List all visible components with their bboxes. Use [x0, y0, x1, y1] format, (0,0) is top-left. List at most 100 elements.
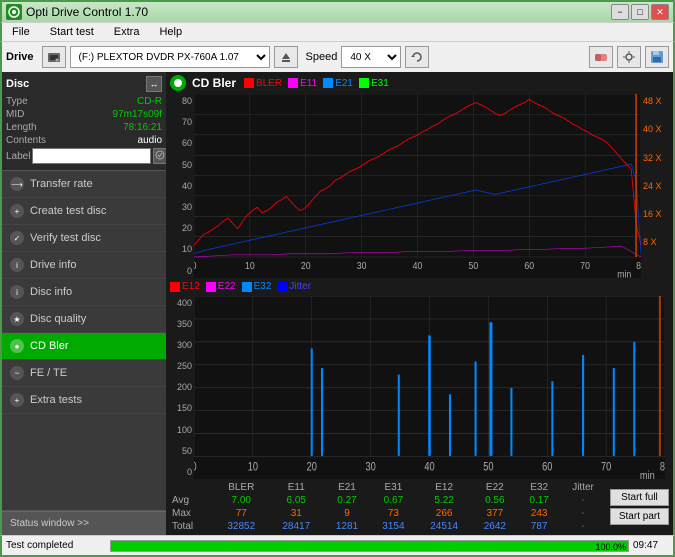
max-e12: 266	[417, 507, 472, 520]
main-content: Disc ↔ Type CD-R MID 97m17s09f Length 78…	[0, 72, 675, 535]
extra-tests-icon: +	[10, 393, 24, 407]
legend-e12-label: E12	[182, 281, 200, 292]
speed-label: Speed	[306, 51, 338, 63]
eraser-button[interactable]	[589, 46, 613, 68]
transfer-rate-icon: ⟶	[10, 177, 24, 191]
max-e22: 377	[472, 507, 518, 520]
total-e21: 1281	[324, 520, 370, 533]
legend-jitter-label: Jitter	[289, 281, 311, 292]
top-y-axis: 80 70 60 50 40 30 20 10 0	[166, 94, 194, 278]
maximize-button[interactable]: □	[631, 4, 649, 20]
close-button[interactable]: ✕	[651, 4, 669, 20]
start-buttons: Start full Start part	[606, 479, 673, 535]
max-e32: 243	[518, 507, 560, 520]
status-window-btn[interactable]: Status window >>	[2, 511, 166, 535]
legend-bler-label: BLER	[256, 78, 282, 89]
legend-e32: E32	[242, 281, 272, 292]
svg-text:70: 70	[580, 260, 590, 271]
settings-button[interactable]	[617, 46, 641, 68]
eject-button[interactable]	[274, 46, 298, 68]
disc-label-input[interactable]	[32, 148, 151, 164]
minimize-button[interactable]: −	[611, 4, 629, 20]
svg-text:50: 50	[469, 260, 479, 271]
table-row-total: Total 32852 28417 1281 3154 24514 2642 7…	[166, 520, 606, 533]
bottom-chart-wrapper: 400 350 300 250 200 150 100 50 0	[166, 296, 673, 480]
legend-e31-label: E31	[371, 78, 389, 89]
nav-disc-quality-label: Disc quality	[30, 313, 86, 325]
col-jitter: Jitter	[560, 481, 606, 494]
legend-jitter: Jitter	[277, 281, 311, 292]
col-label	[166, 481, 214, 494]
svg-text:80: 80	[660, 460, 665, 473]
status-bar: Test completed 100.0% 09:47	[0, 535, 675, 557]
avg-e12: 5.22	[417, 494, 472, 507]
nav-drive-info[interactable]: i Drive info	[2, 252, 166, 279]
drive-label: Drive	[6, 51, 34, 63]
save-button[interactable]	[645, 46, 669, 68]
svg-text:60: 60	[524, 260, 534, 271]
total-e12: 24514	[417, 520, 472, 533]
disc-length-value: 78:16:21	[123, 122, 162, 133]
chart-title: CD Bler	[192, 76, 236, 90]
verify-icon: ✓	[10, 231, 24, 245]
max-e31: 73	[370, 507, 416, 520]
table-header-row: BLER E11 E21 E31 E12 E22 E32 Jitter	[166, 481, 606, 494]
menu-extra[interactable]: Extra	[108, 24, 146, 40]
table-row-avg: Avg 7.00 6.05 0.27 0.67 5.22 0.56 0.17 -	[166, 494, 606, 507]
disc-panel-btn[interactable]: ↔	[146, 76, 162, 92]
svg-text:50: 50	[483, 460, 493, 473]
disc-contents-value: audio	[138, 135, 162, 146]
disc-label-row: Label	[6, 148, 162, 164]
toolbar: Drive (F:) PLEXTOR DVDR PX-760A 1.07 Spe…	[0, 42, 675, 72]
nav-fe-te[interactable]: ~ FE / TE	[2, 360, 166, 387]
start-full-button[interactable]: Start full	[610, 489, 669, 506]
disc-panel-header: Disc ↔	[6, 76, 162, 92]
fe-te-icon: ~	[10, 366, 24, 380]
disc-mid-label: MID	[6, 109, 24, 120]
refresh-button[interactable]	[405, 46, 429, 68]
svg-text:80: 80	[636, 260, 641, 271]
app-icon	[6, 4, 22, 20]
total-e31: 3154	[370, 520, 416, 533]
nav-disc-info[interactable]: i Disc info	[2, 279, 166, 306]
nav-extra-tests[interactable]: + Extra tests	[2, 387, 166, 414]
total-e11: 28417	[269, 520, 324, 533]
menu-help[interactable]: Help	[153, 24, 188, 40]
disc-label-label: Label	[6, 151, 30, 162]
legend-e12: E12	[170, 281, 200, 292]
chart-title-icon	[170, 75, 186, 91]
drive-icon-btn[interactable]	[42, 46, 66, 68]
speed-select[interactable]: 40 X	[341, 46, 401, 68]
legend-e11-label: E11	[300, 78, 317, 89]
svg-text:60: 60	[542, 460, 552, 473]
legend-e32-label: E32	[254, 281, 272, 292]
legend-e22: E22	[206, 281, 236, 292]
legend-e31: E31	[359, 78, 389, 89]
svg-text:10: 10	[248, 460, 258, 473]
disc-contents-row: Contents audio	[6, 135, 162, 146]
svg-text:40: 40	[424, 460, 434, 473]
avg-e22: 0.56	[472, 494, 518, 507]
nav-transfer-rate[interactable]: ⟶ Transfer rate	[2, 171, 166, 198]
avg-e11: 6.05	[269, 494, 324, 507]
nav-create-test-disc[interactable]: + Create test disc	[2, 198, 166, 225]
nav-cd-bler-label: CD Bler	[30, 340, 69, 352]
menu-bar: File Start test Extra Help	[0, 22, 675, 42]
bottom-y-axis-right	[665, 296, 673, 480]
menu-file[interactable]: File	[6, 24, 36, 40]
legend-e22-color	[206, 282, 216, 292]
start-part-button[interactable]: Start part	[610, 508, 669, 525]
nav-disc-quality[interactable]: ★ Disc quality	[2, 306, 166, 333]
disc-info-icon: i	[10, 285, 24, 299]
top-chart-svg: 0 10 20 30 40 50 60 70 80 min	[194, 94, 641, 278]
col-e32: E32	[518, 481, 560, 494]
nav-cd-bler[interactable]: ● CD Bler	[2, 333, 166, 360]
status-time: 09:47	[633, 540, 669, 551]
drive-select[interactable]: (F:) PLEXTOR DVDR PX-760A 1.07	[70, 46, 270, 68]
nav-verify-test-disc[interactable]: ✓ Verify test disc	[2, 225, 166, 252]
nav-transfer-rate-label: Transfer rate	[30, 178, 93, 190]
svg-text:min: min	[617, 269, 631, 277]
legend-jitter-color	[277, 282, 287, 292]
top-legend: BLER E11 E21 E31	[244, 78, 389, 89]
menu-start-test[interactable]: Start test	[44, 24, 100, 40]
